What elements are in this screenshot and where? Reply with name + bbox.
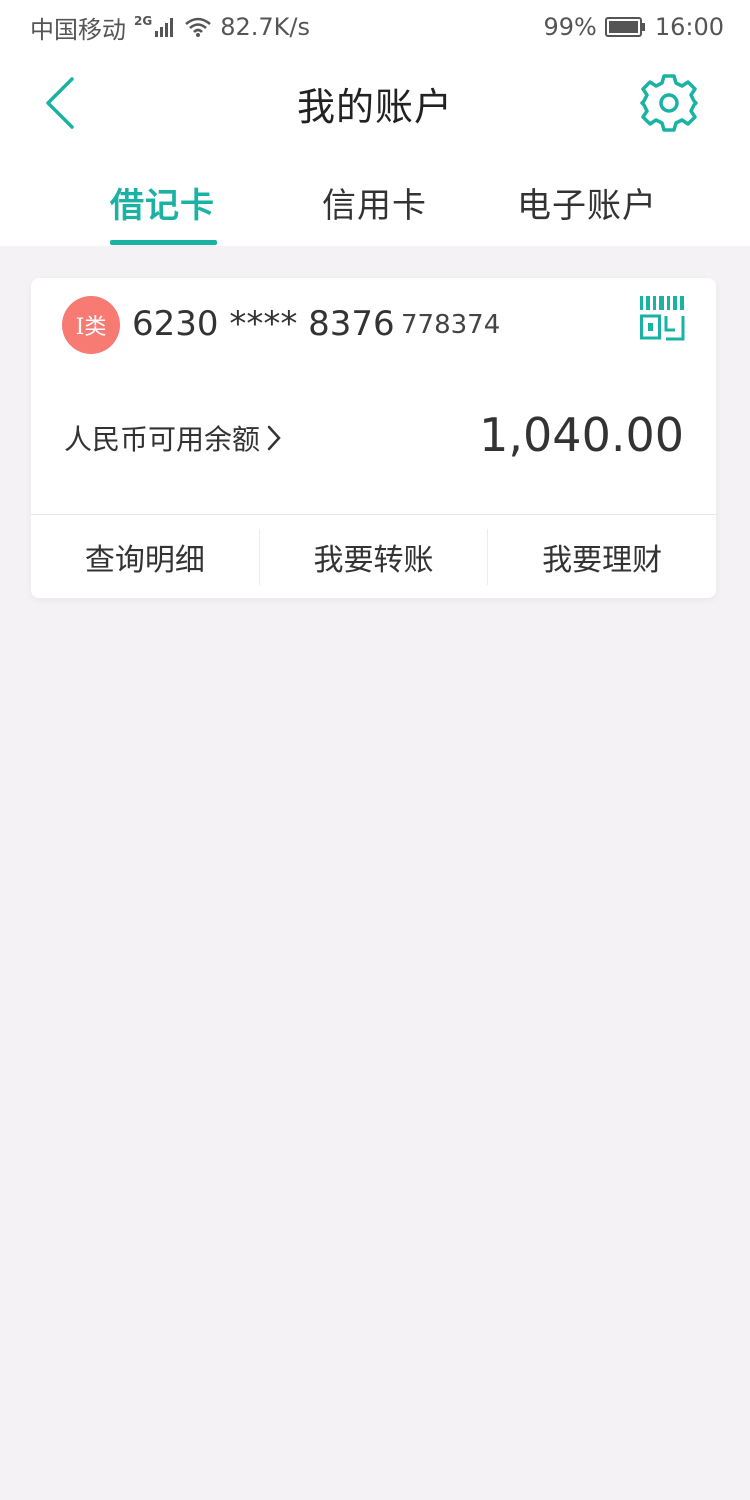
signal-icon (155, 18, 174, 37)
tab-credit-card[interactable]: 信用卡 (322, 178, 427, 227)
chevron-right-icon (267, 425, 281, 451)
account-class-badge: I类 (62, 296, 120, 354)
qr-code-icon (640, 296, 685, 341)
view-details-button[interactable]: 查询明细 (31, 515, 259, 598)
account-tabs: 借记卡 信用卡 电子账户 (0, 150, 750, 246)
transfer-button[interactable]: 我要转账 (260, 515, 488, 598)
clock: 16:00 (654, 13, 724, 41)
qr-code-button[interactable] (640, 296, 686, 342)
active-tab-indicator (110, 240, 217, 245)
wealth-management-button[interactable]: 我要理财 (488, 515, 716, 598)
status-right: 99% 16:00 (543, 13, 724, 41)
gear-icon (640, 74, 698, 132)
settings-button[interactable] (636, 70, 702, 136)
carrier-label: 中国移动 (30, 15, 126, 44)
tab-electronic-account[interactable]: 电子账户 (517, 178, 657, 227)
battery-percent: 99% (543, 13, 597, 41)
network-speed: 82.7K/s (220, 13, 310, 41)
battery-icon (604, 17, 645, 37)
wifi-icon (185, 17, 212, 37)
status-left: 中国移动 2G 82.7K/s (30, 10, 310, 45)
card-actions: 查询明细 我要转账 我要理财 (31, 515, 716, 598)
account-card: I类 6230 **** 8376 778374 人民币可用余额 1,040.0… (31, 278, 716, 598)
balance-amount: 1,040.00 (479, 408, 684, 462)
status-bar: 中国移动 2G 82.7K/s 99% 16:00 (0, 0, 750, 54)
balance-label: 人民币可用余额 (64, 423, 261, 456)
card-number: 6230 **** 8376 (132, 304, 395, 344)
network-type: 2G (134, 14, 153, 28)
tab-debit-card[interactable]: 借记卡 (110, 178, 215, 227)
balance-label-link[interactable]: 人民币可用余额 (64, 418, 282, 458)
header: 我的账户 (0, 54, 750, 150)
card-suffix: 778374 (401, 310, 501, 340)
